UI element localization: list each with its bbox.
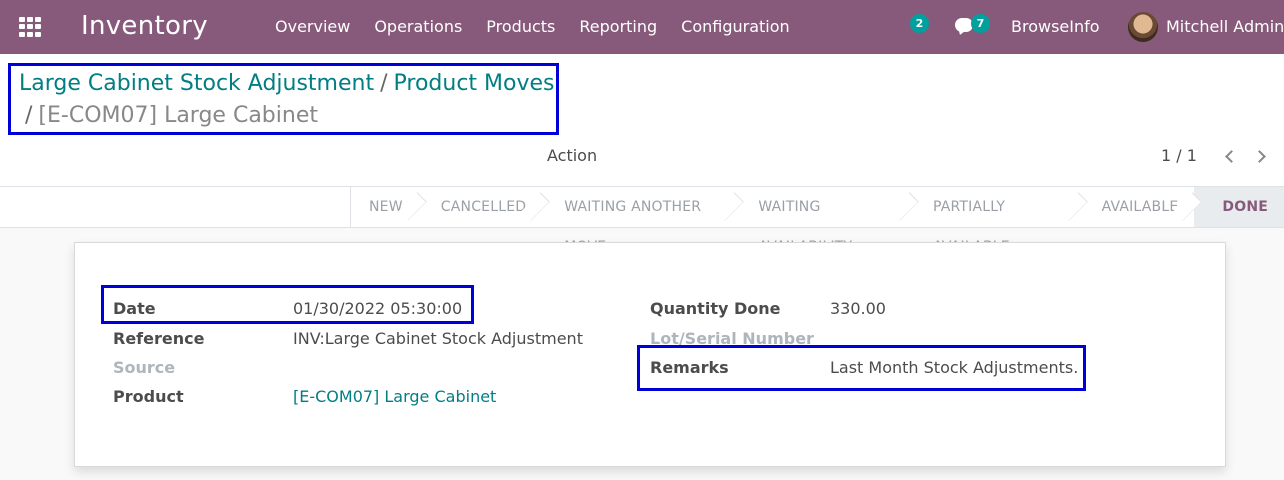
source-label: Source [113,358,176,377]
pager-previous-icon[interactable] [1221,148,1241,166]
top-navbar: Inventory Overview Operations Products R… [0,0,1284,54]
stage-done[interactable]: DONE [1194,187,1284,227]
quantity-done-value[interactable]: 330.00 [830,299,886,318]
menu-configuration[interactable]: Configuration [669,0,802,54]
breadcrumb-current: [E-COM07] Large Cabinet [38,103,318,128]
pager-value[interactable]: 1 / 1 [1161,146,1197,165]
menu-overview[interactable]: Overview [263,0,362,54]
menu-reporting[interactable]: Reporting [567,0,669,54]
status-bar: NEW CANCELLED WAITING ANOTHER MOVE WAITI… [0,187,1284,255]
action-dropdown[interactable]: Action [547,146,597,165]
stage-waiting-another-move[interactable]: WAITING ANOTHER MOVE [542,187,736,255]
breadcrumb: Large Cabinet Stock Adjustment / Product M… [19,68,559,132]
breadcrumb-separator: / [25,103,33,128]
stage-new[interactable]: NEW [351,187,419,227]
apps-menu-icon[interactable] [19,17,41,37]
main-menu: Overview Operations Products Reporting C… [263,0,802,54]
product-link[interactable]: [E-COM07] Large Cabinet [293,387,496,406]
control-panel: Large Cabinet Stock Adjustment / Product M… [0,54,1284,187]
user-avatar[interactable] [1128,12,1158,42]
quantity-done-label: Quantity Done [650,299,781,318]
activity-count-badge: 2 [910,14,929,33]
company-switcher[interactable]: BrowseInfo [1011,0,1100,54]
reference-value[interactable]: INV:Large Cabinet Stock Adjustment [293,329,583,348]
messages-count-badge: 7 [971,14,990,33]
breadcrumb-stock-adjustment[interactable]: Large Cabinet Stock Adjustment [19,71,374,96]
product-label: Product [113,387,184,406]
breadcrumb-separator: / [380,71,388,96]
reference-label: Reference [113,329,205,348]
stage-waiting-availability[interactable]: WAITING AVAILABILITY [736,187,911,255]
status-stages: NEW CANCELLED WAITING ANOTHER MOVE WAITI… [350,187,1284,255]
user-menu[interactable]: Mitchell Admin [1166,0,1284,54]
activity-button[interactable]: 2 [890,0,930,54]
app-name[interactable]: Inventory [81,11,208,41]
remarks-label: Remarks [650,358,729,377]
stage-available[interactable]: AVAILABLE [1080,187,1195,227]
pager-next-icon[interactable] [1253,148,1273,166]
breadcrumb-product-moves[interactable]: Product Moves [394,71,555,96]
form-sheet: Date 01/30/2022 05:30:00 Reference INV:L… [74,242,1226,467]
stage-partially-available[interactable]: PARTIALLY AVAILABLE [911,187,1080,255]
date-value[interactable]: 01/30/2022 05:30:00 [293,299,462,318]
menu-operations[interactable]: Operations [362,0,474,54]
date-label: Date [113,299,156,318]
menu-products[interactable]: Products [474,0,567,54]
lot-serial-label: Lot/Serial Number [650,329,814,348]
stage-cancelled[interactable]: CANCELLED [419,187,542,227]
remarks-value[interactable]: Last Month Stock Adjustments. [830,358,1078,377]
